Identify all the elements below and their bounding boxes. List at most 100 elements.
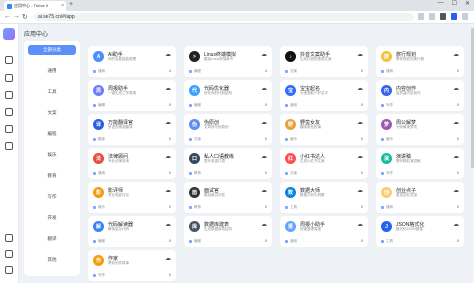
app-card[interactable]: 红小红书达人 生成小红书文案 ☁ 文案 0 bbox=[280, 148, 368, 179]
category-item[interactable]: 工具 bbox=[28, 87, 76, 97]
app-card[interactable]: 创创业点子 激发创业灵感 ☁ 通用 0 bbox=[376, 182, 464, 213]
cloud-download-icon[interactable]: ☁ bbox=[453, 221, 459, 228]
bookmark-star-icon[interactable] bbox=[429, 13, 435, 20]
app-category-tag: 写作 bbox=[381, 103, 393, 108]
window-minimize-button[interactable]: — bbox=[438, 0, 444, 7]
app-category-tag: 工具 bbox=[285, 205, 297, 210]
app-icon: 报 bbox=[285, 221, 296, 232]
new-tab-button[interactable]: + bbox=[69, 1, 73, 8]
app-category-tag: 娱乐 bbox=[381, 137, 393, 142]
cloud-download-icon[interactable]: ☁ bbox=[165, 221, 171, 228]
cloud-download-icon[interactable]: ☁ bbox=[165, 51, 171, 58]
app-card[interactable]: A AI助手 你的全能智能助理 ☁ 通用 4 bbox=[88, 46, 176, 77]
cloud-download-icon[interactable]: ☁ bbox=[165, 153, 171, 160]
app-description: 格式化JSON数据 bbox=[396, 227, 423, 231]
image-icon[interactable] bbox=[5, 108, 13, 116]
app-card[interactable]: 演演讲稿 撰写精彩演讲稿 ☁ 写作 0 bbox=[376, 148, 464, 179]
sidebar-icon[interactable] bbox=[440, 13, 446, 20]
app-card[interactable]: 周周报助手 一键生成工作周报 ☁ 编辑 0 bbox=[88, 80, 176, 111]
app-use-count: 0 bbox=[360, 68, 363, 73]
cloud-download-icon[interactable]: ☁ bbox=[261, 85, 267, 92]
cloud-download-icon[interactable]: ☁ bbox=[261, 221, 267, 228]
tab-close-icon[interactable]: × bbox=[61, 3, 64, 9]
category-item[interactable]: 教育 bbox=[28, 171, 76, 181]
app-card[interactable]: 译万能翻译官 多语言精准翻译 ☁ 翻译 0 bbox=[88, 114, 176, 145]
app-card[interactable]: 库数据库建表 生成数据库表结构 ☁ 编程 0 bbox=[184, 216, 272, 247]
app-card[interactable]: ♪ 抖音文案助手 生成抖音短视频文案 ☁ 文案 0 bbox=[280, 46, 368, 77]
apps-icon[interactable] bbox=[5, 74, 13, 82]
cloud-download-icon[interactable]: ☁ bbox=[453, 187, 459, 194]
cloud-download-icon[interactable]: ☁ bbox=[357, 187, 363, 194]
chat-icon[interactable] bbox=[5, 56, 13, 64]
app-use-count: 0 bbox=[264, 238, 267, 243]
cloud-download-icon[interactable]: ☁ bbox=[453, 153, 459, 160]
app-card[interactable]: 代代码优化器 优化你的代码结构 ☁ 编程 0 bbox=[184, 80, 272, 111]
cloud-download-icon[interactable]: ☁ bbox=[357, 51, 363, 58]
app-card[interactable]: 报周报小助手 快速整理周报 ☁ 通用 0 bbox=[280, 216, 368, 247]
category-item[interactable]: 其他 bbox=[28, 255, 76, 265]
app-card[interactable]: 内内容创作 高质量内容创作 ☁ 写作 0 bbox=[376, 80, 464, 111]
app-card[interactable]: 旅旅行规划 帮你规划完美行程 ☁ 通用 0 bbox=[376, 46, 464, 77]
share-icon[interactable] bbox=[5, 125, 13, 133]
browser-tab[interactable]: 应用中心 - Thrive X × bbox=[4, 1, 66, 11]
menu-icon[interactable] bbox=[462, 13, 468, 20]
category-item[interactable]: 通用 bbox=[28, 66, 76, 76]
app-card[interactable]: 宝宝宝起名 为宝宝取个好名字 ☁ 通用 0 bbox=[280, 80, 368, 111]
app-card[interactable]: 伪伪原创 文章改写伪原创 ☁ 文案 0 bbox=[184, 114, 272, 145]
cloud-download-icon[interactable]: ☁ bbox=[165, 119, 171, 126]
cloud-download-icon[interactable]: ☁ bbox=[261, 153, 267, 160]
profile-icon[interactable] bbox=[451, 13, 457, 20]
cloud-download-icon[interactable]: ☁ bbox=[261, 119, 267, 126]
cloud-download-icon[interactable]: ☁ bbox=[357, 85, 363, 92]
app-card[interactable]: 解代码解读器 解读复杂代码 ☁ 编程 0 bbox=[88, 216, 176, 247]
address-bar[interactable]: ai.se75.cn/#/app bbox=[34, 13, 414, 21]
app-card[interactable]: 数数据大师 数据分析与洞察 ☁ 工具 0 bbox=[280, 182, 368, 213]
app-card[interactable]: 口私人口语教练 提升英语口语 ☁ 教育 0 bbox=[184, 148, 272, 179]
logout-icon[interactable] bbox=[5, 266, 13, 274]
app-icon: 库 bbox=[189, 221, 200, 232]
cloud-download-icon[interactable]: ☁ bbox=[261, 187, 267, 194]
app-card[interactable]: 面面试官 模拟面试问答 ☁ 教育 0 bbox=[184, 182, 272, 213]
app-card[interactable]: 影影评师 专业电影评论 ☁ 娱乐 0 bbox=[88, 182, 176, 213]
cloud-download-icon[interactable]: ☁ bbox=[453, 85, 459, 92]
app-icon: 口 bbox=[189, 153, 200, 164]
cloud-download-icon[interactable]: ☁ bbox=[453, 119, 459, 126]
cart-icon[interactable] bbox=[5, 142, 13, 150]
window-close-button[interactable]: ✕ bbox=[465, 0, 470, 7]
user-avatar[interactable] bbox=[3, 28, 15, 40]
category-item[interactable]: 全部分类 bbox=[28, 45, 76, 55]
category-item[interactable]: 文案 bbox=[28, 108, 76, 118]
translate-icon[interactable] bbox=[418, 13, 424, 20]
app-card[interactable]: 作作家 帮你创作故事 ☁ 写作 0 bbox=[88, 250, 176, 281]
window-maximize-button[interactable]: ☐ bbox=[452, 0, 457, 7]
back-arrow-icon[interactable]: ← bbox=[4, 13, 11, 20]
app-description: 快速整理周报 bbox=[300, 227, 321, 231]
cloud-download-icon[interactable]: ☁ bbox=[165, 187, 171, 194]
theme-icon[interactable] bbox=[5, 250, 13, 258]
cloud-download-icon[interactable]: ☁ bbox=[357, 221, 363, 228]
app-category-tag: 编程 bbox=[189, 69, 201, 74]
settings-icon[interactable] bbox=[5, 234, 13, 242]
category-item[interactable]: 开发 bbox=[28, 213, 76, 223]
app-card[interactable]: 野野蛮女友 趣味角色扮演 ☁ 娱乐 0 bbox=[280, 114, 368, 145]
app-card[interactable]: > Linux终端模拟 模拟Linux终端命令 ☁ 编程 4 bbox=[184, 46, 272, 77]
app-description: 为你解读梦境 bbox=[396, 125, 417, 129]
category-item[interactable]: 娱乐 bbox=[28, 150, 76, 160]
category-item[interactable]: 写作 bbox=[28, 192, 76, 202]
category-item[interactable]: 翻译 bbox=[28, 234, 76, 244]
cloud-download-icon[interactable]: ☁ bbox=[357, 119, 363, 126]
app-card[interactable]: 梦周公解梦 为你解读梦境 ☁ 娱乐 0 bbox=[376, 114, 464, 145]
forward-arrow-icon[interactable]: → bbox=[13, 13, 20, 20]
cloud-download-icon[interactable]: ☁ bbox=[453, 51, 459, 58]
reload-icon[interactable]: ↻ bbox=[22, 13, 28, 21]
app-icon: A bbox=[93, 51, 104, 62]
cloud-download-icon[interactable]: ☁ bbox=[357, 153, 363, 160]
app-card[interactable]: J JSON格式化 格式化JSON数据 ☁ 工具 0 bbox=[376, 216, 464, 247]
cloud-download-icon[interactable]: ☁ bbox=[261, 51, 267, 58]
cloud-download-icon[interactable]: ☁ bbox=[165, 85, 171, 92]
category-item[interactable]: 编程 bbox=[28, 129, 76, 139]
browser-tab-strip: 应用中心 - Thrive X × + — ☐ ✕ bbox=[0, 0, 474, 11]
cloud-download-icon[interactable]: ☁ bbox=[165, 255, 171, 262]
app-card[interactable]: 法法律顾问 专业法律咨询 ☁ 通用 0 bbox=[88, 148, 176, 179]
draw-icon[interactable] bbox=[5, 91, 13, 99]
